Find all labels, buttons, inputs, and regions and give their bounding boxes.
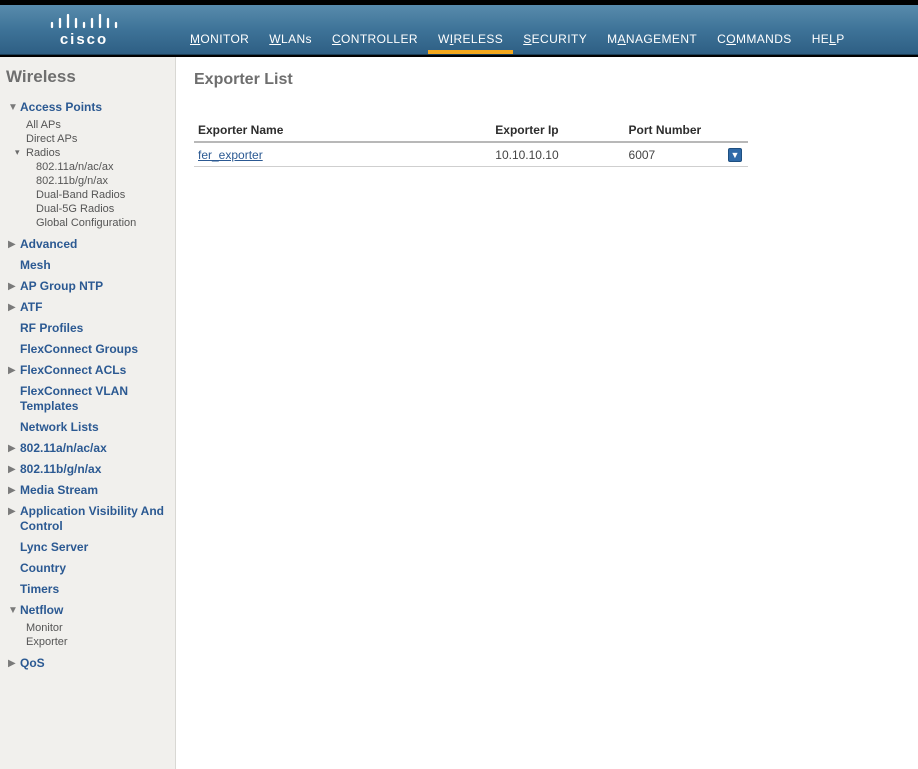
nav-controller[interactable]: CONTROLLER [322,26,428,54]
sidebar-item-label: Media Stream [20,483,98,498]
page-title: Exporter List [194,71,900,89]
sidebar-item-timers[interactable]: Timers [4,579,171,600]
sidebar-item-band-a[interactable]: ▶ 802.11a/n/ac/ax [4,438,171,459]
row-action-dropdown[interactable]: ▼ [728,148,742,162]
sidebar-item-label: Netflow [20,603,63,618]
header-bar: cisco MONITOR WLANs CONTROLLER WIRELESS … [0,5,918,55]
sidebar-sub-radio-dual5g[interactable]: Dual-5G Radios [36,202,171,216]
exporter-ip-cell: 10.10.10.10 [491,142,624,167]
sidebar-sub-direct-aps[interactable]: Direct APs [26,132,171,146]
sidebar-item-network-lists[interactable]: Network Lists [4,417,171,438]
sidebar-item-label: FlexConnect VLAN Templates [20,384,171,414]
sidebar-title: Wireless [4,65,171,97]
sidebar-item-media-stream[interactable]: ▶ Media Stream [4,480,171,501]
sidebar: Wireless ▼ Access Points All APs Direct … [0,57,176,769]
chevron-right-icon: ▶ [8,483,20,496]
sidebar-item-label: 802.11b/g/n/ax [20,462,101,477]
sidebar-sub-radio-a[interactable]: 802.11a/n/ac/ax [36,160,171,174]
chevron-right-icon: ▶ [8,279,20,292]
sidebar-item-label: Country [20,561,66,576]
chevron-right-icon: ▶ [8,300,20,313]
sidebar-sub-radio-b[interactable]: 802.11b/g/n/ax [36,174,171,188]
col-actions [724,119,748,142]
sidebar-item-label: Lync Server [20,540,88,555]
sidebar-item-label: Access Points [20,100,102,115]
nav-wlans[interactable]: WLANs [259,26,322,54]
sidebar-sub-netflow-exporter[interactable]: Exporter [26,635,171,649]
sidebar-sub-radio-dual[interactable]: Dual-Band Radios [36,188,171,202]
chevron-down-icon: ▼ [8,100,20,113]
chevron-down-icon: ▼ [8,603,20,616]
sidebar-sub-all-aps[interactable]: All APs [26,118,171,132]
nav-security[interactable]: SECURITY [513,26,597,54]
cisco-logo: cisco [0,4,180,54]
sidebar-item-ap-group-ntp[interactable]: ▶ AP Group NTP [4,276,171,297]
sidebar-sub-netflow-monitor[interactable]: Monitor [26,621,171,635]
sidebar-item-flexconnect-groups[interactable]: FlexConnect Groups [4,339,171,360]
sidebar-item-advanced[interactable]: ▶ Advanced [4,234,171,255]
main-nav: MONITOR WLANs CONTROLLER WIRELESS SECURI… [180,4,855,54]
col-exporter-name: Exporter Name [194,119,491,142]
sidebar-item-label: Timers [20,582,59,597]
sidebar-item-label: FlexConnect ACLs [20,363,126,378]
nav-monitor[interactable]: MONITOR [180,26,259,54]
sidebar-item-rf-profiles[interactable]: RF Profiles [4,318,171,339]
table-row: fer_exporter 10.10.10.10 6007 ▼ [194,142,748,167]
sidebar-item-label: Application Visibility And Control [20,504,171,534]
sidebar-item-label: Network Lists [20,420,99,435]
sidebar-item-netflow[interactable]: ▼ Netflow [4,600,171,621]
svg-text:cisco: cisco [60,31,108,47]
exporter-name-link[interactable]: fer_exporter [198,148,263,162]
nav-help[interactable]: HELP [802,26,855,54]
chevron-right-icon: ▶ [8,237,20,250]
sidebar-item-label: 802.11a/n/ac/ax [20,441,107,456]
sidebar-item-access-points[interactable]: ▼ Access Points [4,97,171,118]
sidebar-item-label: FlexConnect Groups [20,342,138,357]
sidebar-item-label: QoS [20,656,45,671]
col-port-number: Port Number [625,119,724,142]
exporter-table: Exporter Name Exporter Ip Port Number fe… [194,119,748,167]
col-exporter-ip: Exporter Ip [491,119,624,142]
sidebar-item-label: Advanced [20,237,77,252]
exporter-port-cell: 6007 [625,142,724,167]
sidebar-item-avc[interactable]: ▶ Application Visibility And Control [4,501,171,537]
sidebar-item-qos[interactable]: ▶ QoS [4,653,171,674]
sidebar-item-lync[interactable]: Lync Server [4,537,171,558]
sidebar-item-country[interactable]: Country [4,558,171,579]
sidebar-sub-radio-global[interactable]: Global Configuration [36,216,171,230]
chevron-right-icon: ▶ [8,363,20,376]
sidebar-item-label: RF Profiles [20,321,83,336]
chevron-right-icon: ▶ [8,656,20,669]
sidebar-item-label: AP Group NTP [20,279,103,294]
nav-management[interactable]: MANAGEMENT [597,26,707,54]
sidebar-item-flexconnect-acls[interactable]: ▶ FlexConnect ACLs [4,360,171,381]
nav-wireless[interactable]: WIRELESS [428,26,513,54]
chevron-right-icon: ▶ [8,504,20,517]
sidebar-item-flexconnect-vlan[interactable]: FlexConnect VLAN Templates [4,381,171,417]
chevron-right-icon: ▶ [8,441,20,454]
content-area: Exporter List Exporter Name Exporter Ip … [176,57,918,769]
chevron-right-icon: ▶ [8,462,20,475]
sidebar-item-atf[interactable]: ▶ ATF [4,297,171,318]
sidebar-item-label: ATF [20,300,42,315]
sidebar-sub-radios[interactable]: Radios [16,146,171,160]
sidebar-item-label: Mesh [20,258,51,273]
sidebar-item-band-b[interactable]: ▶ 802.11b/g/n/ax [4,459,171,480]
nav-commands[interactable]: COMMANDS [707,26,802,54]
sidebar-item-mesh[interactable]: Mesh [4,255,171,276]
